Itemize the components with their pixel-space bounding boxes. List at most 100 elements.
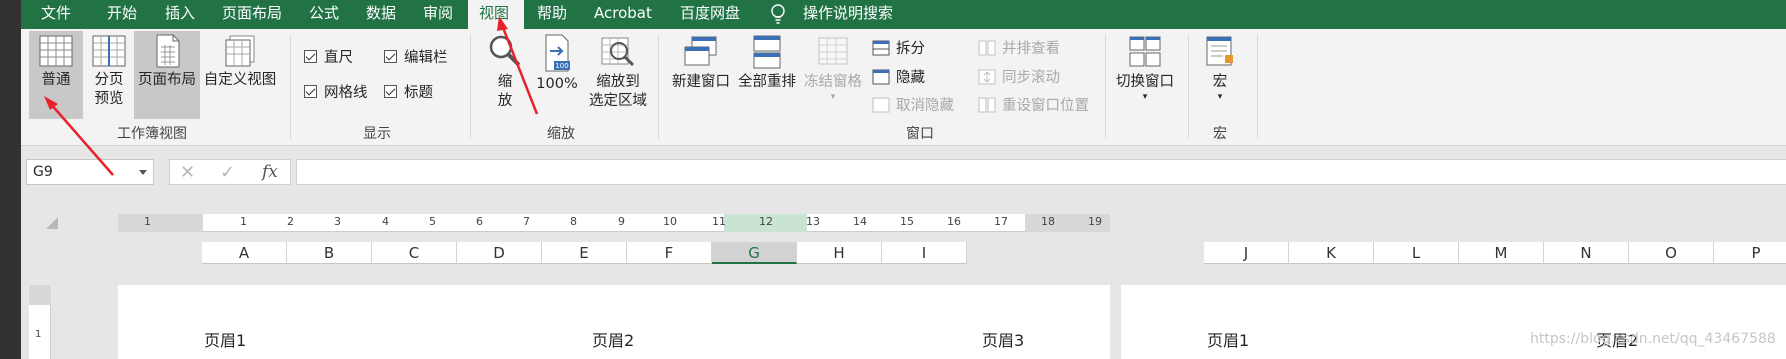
header-margin [118,242,202,264]
tab-acrobat[interactable]: Acrobat [594,0,652,29]
column-header-p[interactable]: P [1714,242,1786,264]
new-window-button[interactable]: 新建窗口 [668,31,734,119]
headings-label: 标题 [404,85,433,101]
name-box-value: G9 [33,164,53,180]
group-separator [1105,35,1106,139]
tab-file[interactable]: 文件 [41,0,71,29]
arrange-all-button[interactable]: 全部重排 [734,31,800,119]
reset-window-position-button[interactable]: 重设窗口位置 [978,94,1089,115]
group-label-window: 窗口 [906,126,934,142]
arrange-all-icon [753,35,781,69]
column-header-h[interactable]: H [797,242,882,264]
normal-view-button[interactable]: 普通 [29,31,83,119]
split-button[interactable]: 拆分 [872,37,925,58]
switch-windows-icon [1129,36,1161,67]
ruler-tick-label: 8 [570,215,577,228]
tab-review[interactable]: 审阅 [423,0,453,29]
macros-button[interactable]: 宏 ▾ [1196,31,1244,119]
reset-position-label: 重设窗口位置 [1002,98,1089,114]
column-header-g[interactable]: G [712,242,797,264]
zoom-100-icon: 100 [545,34,570,72]
name-box[interactable]: G9 [26,159,154,185]
page2-header-left[interactable]: 页眉1 [1207,327,1249,351]
column-header-l[interactable]: L [1374,242,1459,264]
enter-check-icon[interactable]: ✓ [220,162,235,183]
column-header-k[interactable]: K [1289,242,1374,264]
column-header-f[interactable]: F [627,242,712,264]
column-header-b[interactable]: B [287,242,372,264]
vertical-ruler: 1 [29,285,51,359]
tab-baidu-netdisk[interactable]: 百度网盘 [680,0,740,29]
column-header-j[interactable]: J [1204,242,1289,264]
chevron-down-icon[interactable] [139,170,147,175]
gridlines-checkbox[interactable]: 网格线 [304,81,368,102]
freeze-panes-button[interactable]: 冻结窗格 ▾ [800,31,866,119]
ruler-tick-label: 13 [806,215,820,228]
tab-view[interactable]: 视图 [468,0,524,29]
formula-bar-checkbox[interactable]: 编辑栏 [384,46,448,67]
tab-formulas[interactable]: 公式 [309,0,339,29]
headings-checkbox[interactable]: 标题 [384,81,433,102]
ruler-checkbox[interactable]: 直尺 [304,46,353,67]
insert-function-button[interactable]: fx [262,162,278,182]
tab-insert[interactable]: 插入 [165,0,195,29]
formula-buttons: ✕ ✓ fx [169,159,291,185]
tab-page-layout[interactable]: 页面布局 [222,0,282,29]
page-break-line2: 预览 [94,91,124,107]
vertical-ruler-mark: 1 [35,329,42,340]
column-header-c[interactable]: C [372,242,457,264]
group-separator [658,35,659,139]
page1-header-right[interactable]: 页眉3 [982,327,1024,351]
ruler-tick-label: 17 [994,215,1008,228]
select-all-icon[interactable] [45,216,59,230]
dropdown-arrow-icon: ▾ [830,92,836,102]
ruler-tick-label: 7 [523,215,530,228]
column-header-i[interactable]: I [882,242,967,264]
column-header-m[interactable]: M [1459,242,1544,264]
window-left-edge [0,0,21,359]
ruler-tick-label: 9 [618,215,625,228]
split-icon [872,40,890,55]
tab-home[interactable]: 开始 [107,0,137,29]
view-side-by-side-button[interactable]: 并排查看 [978,37,1060,58]
freeze-panes-label: 冻结窗格 [804,74,862,90]
tab-data[interactable]: 数据 [366,0,396,29]
group-label-workbook-views: 工作簿视图 [117,126,187,142]
tell-me-search[interactable]: 操作说明搜索 [803,0,893,29]
lightbulb-icon [771,4,785,24]
ruler-tick-label: 14 [853,215,867,228]
tab-help[interactable]: 帮助 [537,0,567,29]
column-header-o[interactable]: O [1629,242,1714,264]
horizontal-ruler [118,214,1110,232]
zoom-100-button[interactable]: 100 100% [534,31,580,119]
unhide-button[interactable]: 取消隐藏 [872,94,954,115]
page-layout-icon [156,34,180,68]
watermark-text: https://blog.csdn.net/qq_43467588 [1530,331,1776,347]
cancel-icon[interactable]: ✕ [180,162,195,183]
dropdown-arrow-icon: ▾ [1217,92,1223,102]
switch-windows-label: 切换窗口 [1116,74,1174,90]
zoom-100-label: 100% [536,76,578,92]
column-header-n[interactable]: N [1544,242,1629,264]
page1-header-left[interactable]: 页眉1 [204,327,246,351]
formula-input[interactable] [296,159,1786,185]
group-label-zoom: 缩放 [547,126,575,142]
custom-views-button[interactable]: 自定义视图 [200,31,280,119]
switch-windows-button[interactable]: 切换窗口 ▾ [1110,31,1180,119]
hide-button[interactable]: 隐藏 [872,66,925,87]
page-break-preview-icon [92,35,126,67]
column-header-d[interactable]: D [457,242,542,264]
side-by-side-label: 并排查看 [1002,41,1060,57]
column-header-e[interactable]: E [542,242,627,264]
checkbox-checked-icon [384,50,397,63]
zoom-to-selection-button[interactable]: 缩放到 选定区域 [584,31,652,119]
group-label-show: 显示 [363,126,391,142]
page-break-preview-button[interactable]: 分页 预览 [84,31,134,119]
page1-header-center[interactable]: 页眉2 [592,327,634,351]
zoom-button[interactable]: 缩 放 [482,31,528,119]
macros-icon [1206,36,1233,66]
page-layout-view-button[interactable]: 页面布局 [134,31,200,119]
column-header-a[interactable]: A [202,242,287,264]
custom-views-icon [225,35,255,67]
synchronous-scrolling-button[interactable]: 同步滚动 [978,66,1060,87]
